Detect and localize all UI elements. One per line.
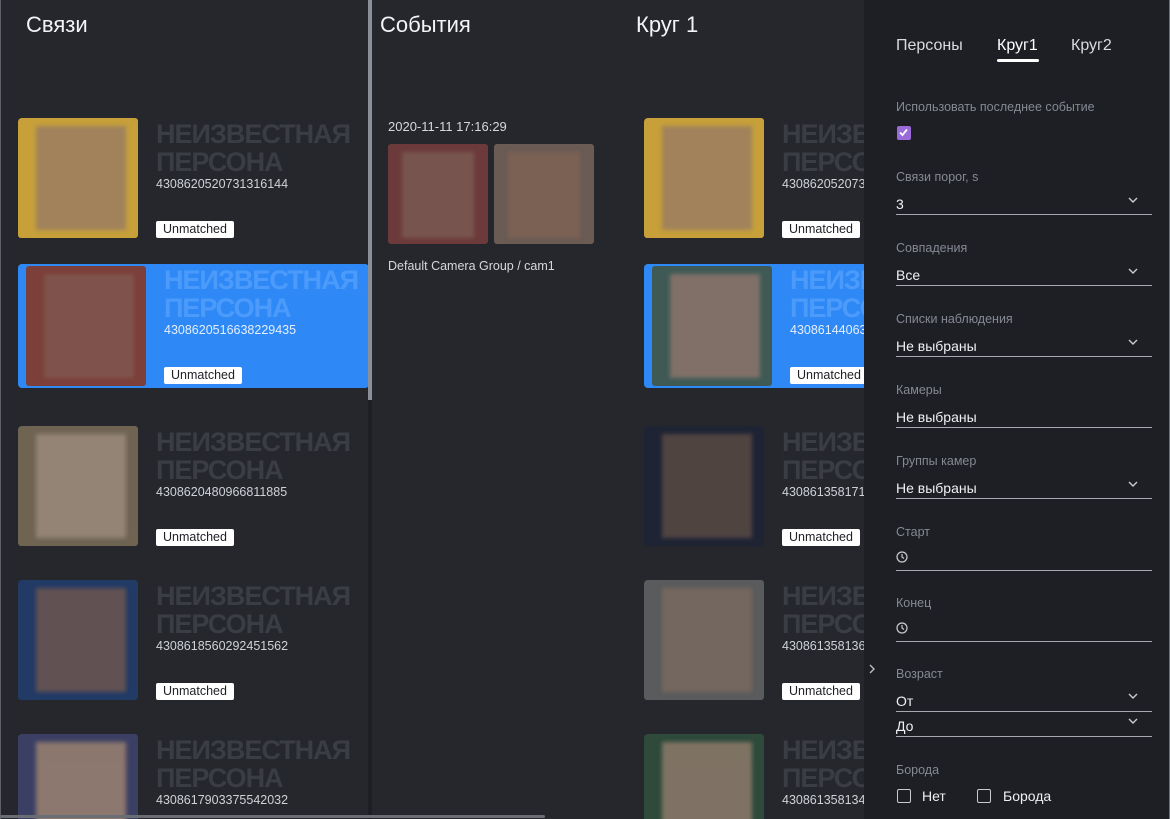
person-id: 4308620480966811885 bbox=[156, 485, 288, 499]
events-title: События bbox=[380, 12, 471, 37]
use-last-event-label: Использовать последнее событие bbox=[896, 100, 1095, 114]
match-status-badge: Unmatched bbox=[156, 221, 234, 238]
age-from-select[interactable]: От bbox=[896, 693, 913, 709]
chevron-right-icon[interactable] bbox=[867, 662, 877, 676]
unknown-person-watermark: НЕИЗВЕСТНАЯ ПЕРСОНА bbox=[782, 119, 864, 177]
tab-circle1[interactable]: Круг1 bbox=[997, 37, 1038, 55]
person-thumbnail[interactable] bbox=[644, 580, 764, 700]
beard-yes-label: Борода bbox=[1003, 788, 1052, 804]
person-thumbnail[interactable] bbox=[644, 118, 764, 238]
unknown-person-watermark: НЕИЗВЕСТНАЯ ПЕРСОНА bbox=[782, 581, 864, 639]
match-status-badge: Unmatched bbox=[782, 221, 860, 238]
person-id: 4308620520731316144 bbox=[156, 177, 289, 191]
beard-yes-checkbox[interactable] bbox=[977, 789, 991, 803]
tab-persons[interactable]: Персоны bbox=[896, 37, 963, 55]
event-camera: Default Camera Group / cam1 bbox=[388, 259, 555, 273]
cameras-label: Камеры bbox=[896, 383, 942, 397]
use-last-event-checkbox[interactable] bbox=[897, 126, 911, 140]
beard-none-label: Нет bbox=[922, 788, 946, 804]
match-status-badge: Unmatched bbox=[156, 529, 234, 546]
unknown-person-watermark: НЕИЗВЕСТНАЯ ПЕРСОНА bbox=[164, 265, 359, 323]
person-card[interactable]: НЕИЗВЕСТНАЯ ПЕРСОНА 4308620480966811885 Un… bbox=[18, 426, 368, 550]
person-card[interactable]: НЕИЗВЕСТНАЯ ПЕРСОНА 4308620520731316144 Un… bbox=[18, 118, 368, 242]
age-label: Возраст bbox=[896, 667, 943, 681]
person-card[interactable]: НЕИЗВЕСТНАЯ ПЕРСОНА 4308620516638229435 Un… bbox=[18, 264, 368, 388]
watchlists-select[interactable]: Не выбраны bbox=[896, 338, 977, 354]
event-face-image[interactable] bbox=[388, 144, 488, 244]
clock-icon[interactable] bbox=[896, 622, 908, 634]
match-status-badge: Unmatched bbox=[782, 683, 860, 700]
cameras-select[interactable]: Не выбраны bbox=[896, 409, 977, 425]
unknown-person-watermark: НЕИЗВЕСТНАЯ ПЕРСОНА bbox=[782, 427, 864, 485]
event-timestamp: 2020-11-11 17:16:29 bbox=[388, 119, 507, 134]
chevron-down-icon[interactable] bbox=[1128, 716, 1138, 726]
camera-groups-label: Группы камер bbox=[896, 454, 977, 468]
unknown-person-watermark: НЕИЗВЕСТНАЯ ПЕРСОНА bbox=[156, 427, 351, 485]
person-id: 430861440638 bbox=[790, 323, 864, 337]
person-card[interactable]: НЕИЗВЕСТНАЯ ПЕРСОНА430862052073 Unmatched bbox=[644, 118, 864, 242]
person-thumbnail[interactable] bbox=[644, 734, 764, 819]
links-panel: Связи НЕИЗВЕСТНАЯ ПЕРСОНА 430862052073131… bbox=[0, 0, 368, 819]
clock-icon[interactable] bbox=[896, 551, 908, 563]
filters-panel: Персоны Круг1 Круг2 Использовать последн… bbox=[864, 0, 1170, 819]
match-status-badge: Unmatched bbox=[156, 683, 234, 700]
age-to-select[interactable]: До bbox=[896, 718, 913, 734]
threshold-label: Связи порог, s bbox=[896, 170, 979, 184]
chevron-down-icon[interactable] bbox=[1128, 337, 1138, 347]
check-icon bbox=[899, 128, 908, 137]
match-status-badge: Unmatched bbox=[790, 367, 864, 384]
links-title: Связи bbox=[26, 12, 88, 37]
person-id: 4308620516638229435 bbox=[164, 323, 297, 337]
circle-title: Круг 1 bbox=[636, 12, 699, 37]
person-id: 430861358134 bbox=[782, 793, 864, 807]
person-card[interactable]: НЕИЗВЕСТНАЯ ПЕРСОНА 4308617903375542032 bbox=[18, 734, 368, 819]
beard-label: Борода bbox=[896, 763, 940, 777]
person-thumbnail[interactable] bbox=[644, 426, 764, 546]
person-id: 430861358171 bbox=[782, 485, 864, 499]
start-label: Старт bbox=[896, 525, 930, 539]
matches-label: Совпадения bbox=[896, 241, 968, 255]
chevron-down-icon[interactable] bbox=[1128, 479, 1138, 489]
chevron-down-icon[interactable] bbox=[1128, 195, 1138, 205]
matches-select[interactable]: Все bbox=[896, 267, 920, 283]
watchlists-label: Списки наблюдения bbox=[896, 312, 1013, 326]
person-card[interactable]: НЕИЗВЕСТНАЯ ПЕРСОНА430861358134 bbox=[644, 734, 864, 819]
threshold-select[interactable]: 3 bbox=[896, 196, 904, 212]
person-thumbnail[interactable] bbox=[18, 426, 138, 546]
unknown-person-watermark: НЕИЗВЕСТНАЯ ПЕРСОНА bbox=[156, 735, 351, 793]
chevron-down-icon[interactable] bbox=[1128, 691, 1138, 701]
unknown-person-watermark: НЕИЗВЕСТНАЯ ПЕРСОНА bbox=[156, 581, 351, 639]
tab-circle2[interactable]: Круг2 bbox=[1071, 37, 1112, 55]
chevron-down-icon[interactable] bbox=[1128, 266, 1138, 276]
active-tab-indicator bbox=[997, 59, 1039, 62]
person-thumbnail[interactable] bbox=[652, 266, 772, 386]
person-id: 4308617903375542032 bbox=[156, 793, 289, 807]
circle-panel: Круг 1 НЕИЗВЕСТНАЯ ПЕРСОНА430862052073Un… bbox=[627, 0, 864, 819]
person-thumbnail[interactable] bbox=[18, 580, 138, 700]
person-card[interactable]: НЕИЗВЕСТНАЯ ПЕРСОНА 4308618560292451562 Un… bbox=[18, 580, 368, 704]
event-full-image[interactable] bbox=[494, 144, 594, 244]
person-card[interactable]: НЕИЗВЕСТНАЯ ПЕРСОНА430861358171 Unmatched bbox=[644, 426, 864, 550]
match-status-badge: Unmatched bbox=[782, 529, 860, 546]
person-id: 430862052073 bbox=[782, 177, 864, 191]
end-label: Конец bbox=[896, 596, 932, 610]
person-thumbnail[interactable] bbox=[18, 118, 138, 238]
unknown-person-watermark: НЕИЗВЕСТНАЯ ПЕРСОНА bbox=[156, 119, 351, 177]
unknown-person-watermark: НЕИЗВЕСТНАЯ ПЕРСОНА bbox=[790, 265, 864, 323]
events-panel: События 2020-11-11 17:16:29 Default Came… bbox=[372, 0, 627, 819]
horizontal-scrollbar[interactable] bbox=[0, 815, 545, 818]
match-status-badge: Unmatched bbox=[164, 367, 242, 384]
person-thumbnail[interactable] bbox=[26, 266, 146, 386]
beard-none-checkbox[interactable] bbox=[897, 789, 911, 803]
camera-groups-select[interactable]: Не выбраны bbox=[896, 480, 977, 496]
unknown-person-watermark: НЕИЗВЕСТНАЯ ПЕРСОНА bbox=[782, 735, 864, 793]
person-id: 4308618560292451562 bbox=[156, 639, 289, 653]
person-thumbnail[interactable] bbox=[18, 734, 138, 819]
person-card[interactable]: НЕИЗВЕСТНАЯ ПЕРСОНА430861440638 Unmatched bbox=[644, 264, 864, 388]
person-card[interactable]: НЕИЗВЕСТНАЯ ПЕРСОНА430861358136 Unmatched bbox=[644, 580, 864, 704]
person-id: 430861358136 bbox=[782, 639, 864, 653]
